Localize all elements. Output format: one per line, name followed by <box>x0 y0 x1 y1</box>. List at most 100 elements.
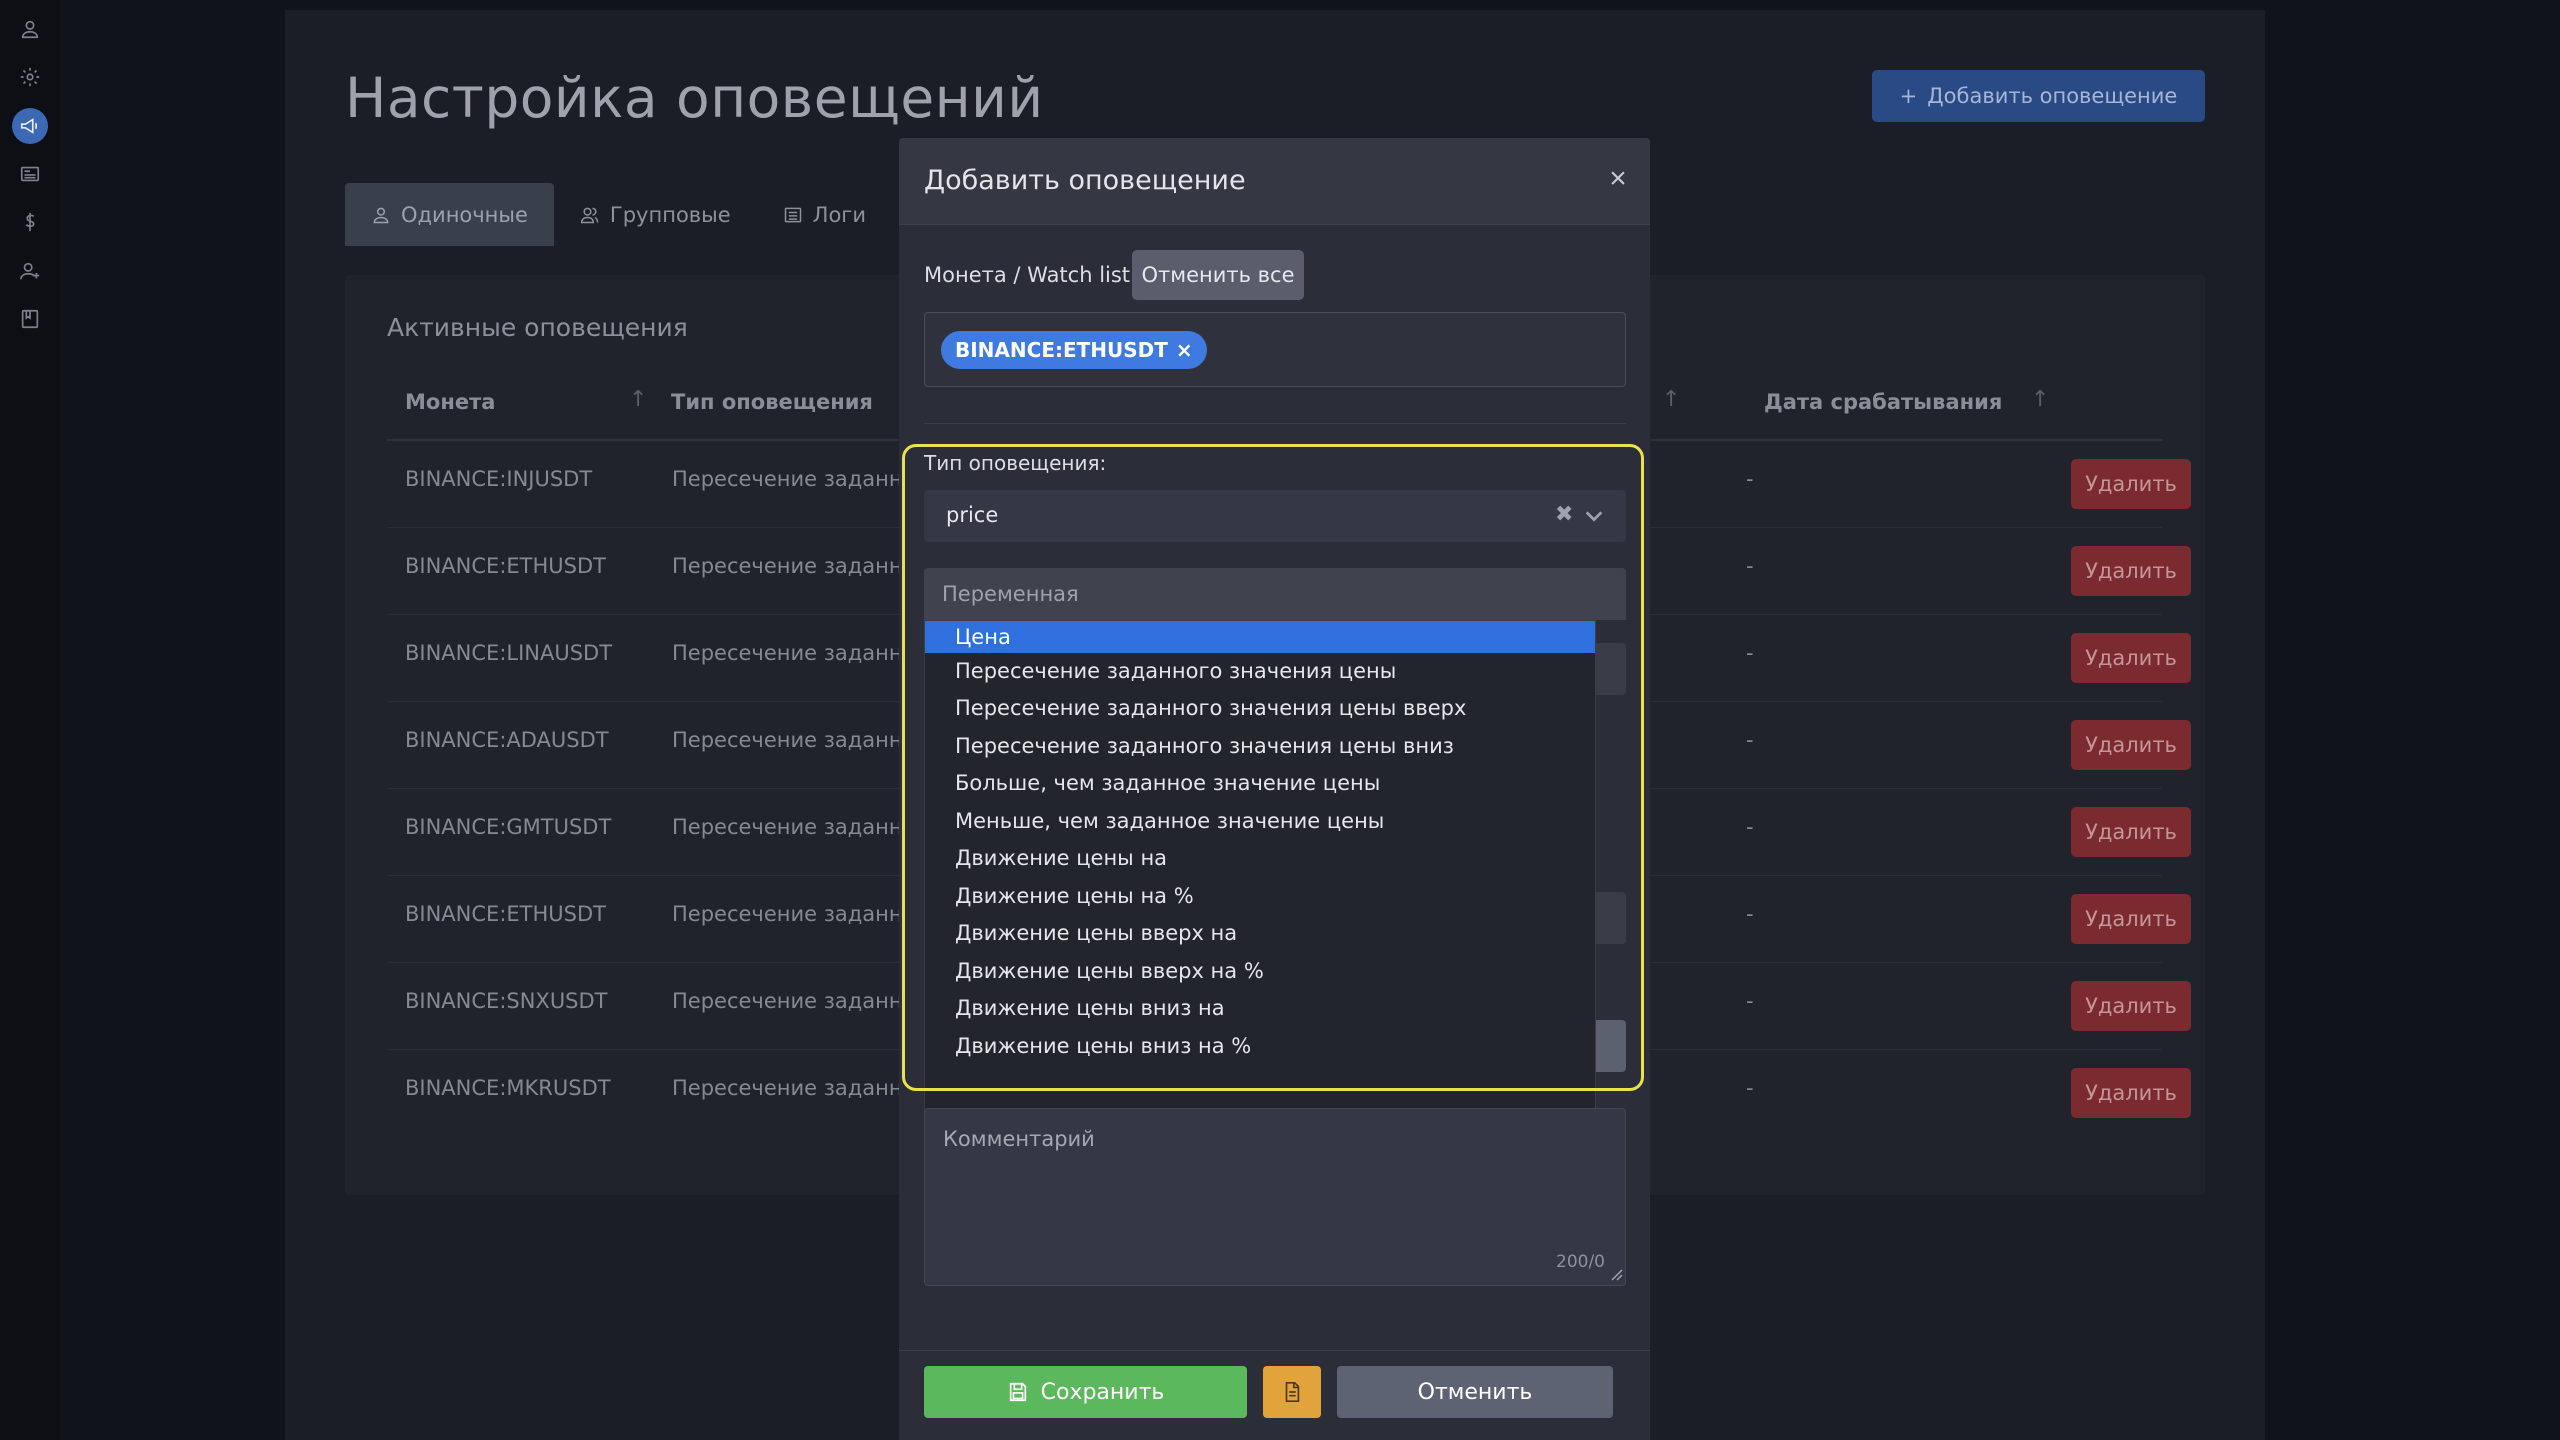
list-icon <box>784 207 801 222</box>
dropdown-option[interactable]: Меньше, чем заданное значение цены <box>925 804 1595 838</box>
sidebar-rail <box>0 0 60 1440</box>
tab-group[interactable]: Групповые <box>554 183 757 246</box>
dropdown-option[interactable]: Движение цены на <box>925 841 1595 875</box>
coin-cell: BINANCE:MKRUSDT <box>405 1076 611 1100</box>
coin-tag-label: BINANCE:ETHUSDT <box>955 338 1168 362</box>
cancel-all-button[interactable]: Отменить все <box>1132 250 1304 300</box>
document-icon <box>1285 1382 1300 1402</box>
tab-label: Групповые <box>609 202 731 227</box>
user-icon <box>373 207 389 223</box>
card-title: Активные оповещения <box>387 313 688 342</box>
date-cell: - <box>1746 641 1754 665</box>
date-cell: - <box>1746 815 1754 839</box>
date-cell: - <box>1746 989 1754 1013</box>
dropdown-option[interactable]: Движение цены вверх на % <box>925 954 1595 988</box>
coin-cell: BINANCE:ETHUSDT <box>405 902 606 926</box>
tab-single[interactable]: Одиночные <box>345 183 554 246</box>
book-icon[interactable] <box>12 301 48 337</box>
tabs: Одиночные Групповые Логи <box>345 183 892 246</box>
add-alert-label: Добавить оповещение <box>1927 84 2178 108</box>
dropdown-option[interactable]: Движение цены на % <box>925 879 1595 913</box>
type-cell: Пересечение заданно <box>672 641 916 665</box>
dropdown-option[interactable]: Пересечение заданного значения цены ввер… <box>925 691 1595 725</box>
date-cell: - <box>1746 728 1754 752</box>
dropdown-option[interactable]: Движение цены вниз на <box>925 991 1595 1025</box>
modal-footer-divider <box>899 1350 1650 1351</box>
user-add-icon[interactable] <box>12 253 48 289</box>
modal-divider <box>924 423 1626 424</box>
type-cell: Пересечение заданно <box>672 989 916 1013</box>
dropdown-option[interactable]: Движение цены вниз на % <box>925 1029 1595 1063</box>
coin-cell: BINANCE:LINAUSDT <box>405 641 613 665</box>
date-cell: - <box>1746 1076 1754 1100</box>
tab-logs[interactable]: Логи <box>757 183 892 246</box>
sort-arrow-icon[interactable]: ↑ <box>629 387 647 412</box>
alert-type-value: price <box>946 503 999 527</box>
type-cell: Пересечение заданно <box>672 815 916 839</box>
add-alert-modal: Добавить оповещение × Монета / Watch lis… <box>899 138 1650 1440</box>
dollar-icon[interactable] <box>12 204 48 240</box>
sort-arrow-icon[interactable]: ↑ <box>1662 387 1680 412</box>
delete-button[interactable]: Удалить <box>2071 1068 2191 1118</box>
delete-button[interactable]: Удалить <box>2071 633 2191 683</box>
type-cell: Пересечение заданно <box>672 728 916 752</box>
delete-button[interactable]: Удалить <box>2071 894 2191 944</box>
dropdown-option[interactable]: Пересечение заданного значения цены вниз <box>925 729 1595 763</box>
variable-input[interactable] <box>924 568 1626 620</box>
add-alert-button[interactable]: + Добавить оповещение <box>1872 70 2205 122</box>
sort-arrow-icon[interactable]: ↑ <box>2031 387 2049 412</box>
comment-textarea[interactable] <box>924 1108 1626 1286</box>
date-cell: - <box>1746 902 1754 926</box>
date-cell: - <box>1746 554 1754 578</box>
dropdown-option[interactable]: Цена <box>925 621 1595 653</box>
clear-icon[interactable]: ✖ <box>1555 502 1573 527</box>
page-title: Настройка оповещений <box>345 66 1044 130</box>
template-button[interactable] <box>1263 1366 1321 1418</box>
comment-counter: 200/0 <box>1556 1252 1605 1272</box>
save-icon <box>1009 1382 1026 1402</box>
column-header-type[interactable]: Тип оповещения <box>671 390 873 414</box>
close-icon[interactable]: × <box>1603 162 1633 196</box>
users-icon <box>580 207 599 223</box>
cancel-button[interactable]: Отменить <box>1337 1366 1613 1418</box>
date-cell: - <box>1746 467 1754 491</box>
dropdown-option[interactable]: Пересечение заданного значения цены <box>925 654 1595 688</box>
column-header-coin[interactable]: Монета <box>405 390 495 414</box>
delete-button[interactable]: Удалить <box>2071 459 2191 509</box>
coin-cell: BINANCE:ADAUSDT <box>405 728 609 752</box>
type-cell: Пересечение заданно <box>672 467 916 491</box>
type-cell: Пересечение заданно <box>672 554 916 578</box>
gear-icon[interactable] <box>12 59 48 95</box>
remove-tag-icon[interactable]: × <box>1176 338 1193 362</box>
save-button[interactable]: Сохранить <box>924 1366 1247 1418</box>
coin-cell: BINANCE:ETHUSDT <box>405 554 606 578</box>
plus-icon: + <box>1899 84 1918 108</box>
tab-label: Одиночные <box>401 202 528 227</box>
delete-button[interactable]: Удалить <box>2071 546 2191 596</box>
coin-watchlist-label: Монета / Watch list: <box>924 263 1138 287</box>
resize-handle-icon[interactable] <box>1609 1266 1623 1281</box>
news-icon[interactable] <box>12 156 48 192</box>
coin-tag: BINANCE:ETHUSDT × <box>941 331 1207 369</box>
megaphone-icon[interactable] <box>12 108 48 144</box>
delete-button[interactable]: Удалить <box>2071 720 2191 770</box>
tab-label: Логи <box>812 202 866 227</box>
alert-type-select[interactable]: price ✖ <box>924 490 1626 542</box>
column-header-trigger-date[interactable]: Дата срабатывания <box>1764 390 2002 414</box>
alert-type-label: Тип оповещения: <box>924 451 1107 475</box>
coin-cell: BINANCE:SNXUSDT <box>405 989 608 1013</box>
modal-header: Добавить оповещение × <box>899 138 1650 225</box>
save-label: Сохранить <box>1040 1379 1165 1405</box>
chevron-down-icon[interactable] <box>1583 505 1605 531</box>
type-cell: Пересечение заданно <box>672 902 916 926</box>
coin-tags-input[interactable]: BINANCE:ETHUSDT × <box>924 312 1626 387</box>
coin-cell: BINANCE:INJUSDT <box>405 467 593 491</box>
delete-button[interactable]: Удалить <box>2071 807 2191 857</box>
delete-button[interactable]: Удалить <box>2071 981 2191 1031</box>
modal-title: Добавить оповещение <box>924 165 1246 196</box>
dropdown-option[interactable]: Больше, чем заданное значение цены <box>925 766 1595 800</box>
dropdown-option[interactable]: Движение цены вверх на <box>925 916 1595 950</box>
coin-cell: BINANCE:GMTUSDT <box>405 815 612 839</box>
type-cell: Пересечение заданно <box>672 1076 916 1100</box>
user-icon[interactable] <box>12 11 48 47</box>
